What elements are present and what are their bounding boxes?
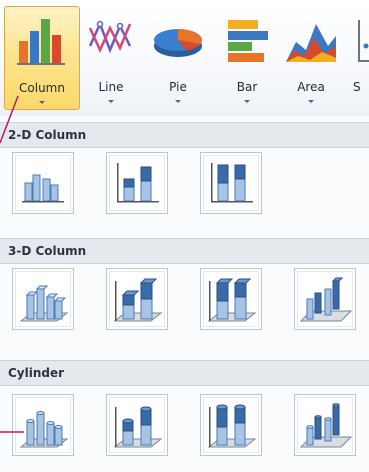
stacked-column-icon [117,163,159,203]
3d-clustered-column-icon [19,285,69,322]
100-stacked-column-icon [211,163,253,203]
3d-column-option[interactable] [294,268,356,330]
clustered-column-icon [22,174,64,203]
3d-clustered-column-option[interactable] [12,268,74,330]
scatter-button[interactable]: S [340,6,369,110]
bar-button-label: Bar [236,80,258,94]
section-title: 3-D Column [8,244,87,258]
chart-subtype-gallery: 2-D Column 3-D Column Cylinder [0,116,369,472]
stacked-column-option[interactable] [106,152,168,214]
100-stacked-cylinder-icon [207,404,257,448]
clustered-cylinder-icon [19,411,69,448]
chart-type-ribbon: Column Line Pie Bar Area S [0,0,369,116]
3d-stacked-column-icon [113,278,163,322]
bar-chart-icon [222,16,272,62]
line-button[interactable]: Line [86,6,136,110]
chevron-down-icon [175,100,181,103]
area-chart-icon [284,16,338,62]
chevron-down-icon [244,100,250,103]
chevron-down-icon [108,100,114,103]
clustered-column-option[interactable] [12,152,74,214]
area-button[interactable]: Area [284,6,338,110]
section-header-2d-column: 2-D Column [0,122,369,148]
3d-cylinder-option[interactable] [294,394,356,456]
pie-button-label: Pie [169,80,187,94]
100-stacked-cylinder-option[interactable] [200,394,262,456]
section-header-cylinder: Cylinder [0,360,369,386]
pie-button[interactable]: Pie [150,6,206,110]
column-button-label: Column [19,81,65,95]
section-header-3d-column: 3-D Column [0,238,369,264]
column-chart-icon [5,17,79,65]
section-title: Cylinder [8,366,65,380]
area-button-label: Area [297,80,325,94]
column-button[interactable]: Column [4,6,80,110]
clustered-cylinder-option[interactable] [12,394,74,456]
scatter-chart-icon [340,16,369,62]
chevron-down-icon [39,101,45,104]
3d-stacked-column-option[interactable] [106,268,168,330]
stacked-cylinder-icon [113,406,163,448]
3d-cylinder-icon [299,403,353,448]
pie-chart-icon [150,16,206,62]
line-chart-icon [86,16,136,62]
scatter-button-label: S [353,80,361,94]
chevron-down-icon [308,100,314,103]
section-title: 2-D Column [8,128,87,142]
3d-column-icon [299,277,353,322]
stacked-cylinder-option[interactable] [106,394,168,456]
100-stacked-column-option[interactable] [200,152,262,214]
3d-100-stacked-column-option[interactable] [200,268,262,330]
bar-button[interactable]: Bar [222,6,272,110]
line-button-label: Line [98,80,124,94]
3d-100-stacked-column-icon [207,278,257,322]
